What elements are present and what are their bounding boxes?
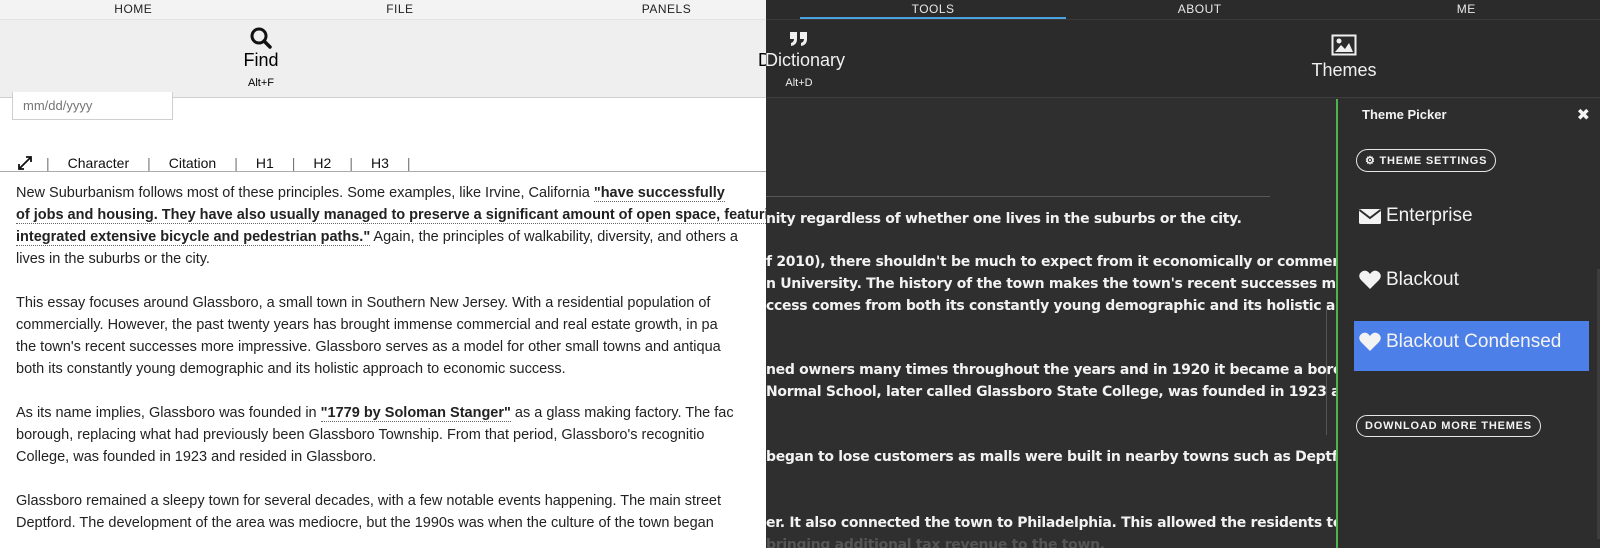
quote-icon <box>790 32 807 46</box>
tab-panels[interactable]: PANELS <box>533 0 766 19</box>
tab-about[interactable]: ABOUT <box>1066 0 1333 19</box>
scrollbar[interactable] <box>1326 305 1327 435</box>
light-theme-view: HOME FILE PANELS Find Alt+F D | Characte… <box>0 0 766 548</box>
text-span: Glassboro remained a sleepy town for sev… <box>16 493 721 509</box>
theme-option-blackout-condensed[interactable]: Blackout Condensed <box>1354 321 1589 371</box>
text-line: ccess comes from both its constantly you… <box>766 298 1418 314</box>
format-character[interactable]: Character <box>60 155 137 171</box>
theme-option-enterprise[interactable]: Enterprise <box>1354 195 1589 245</box>
citation-highlight[interactable]: "1779 by Soloman Stanger" <box>320 405 511 422</box>
separator: | <box>234 155 238 171</box>
text-span: Deptford. The development of the area wa… <box>16 515 714 531</box>
close-icon[interactable]: ✖ <box>1577 105 1590 125</box>
ribbon-dark: Dictionary Alt+D Themes <box>766 20 1600 98</box>
find-shortcut: Alt+F <box>248 77 274 89</box>
format-h3[interactable]: H3 <box>363 155 397 171</box>
tab-tools[interactable]: TOOLS <box>799 0 1067 19</box>
text-line: er. It also connected the town to Philad… <box>766 515 1436 531</box>
format-toolbar: | Character | Citation | H1 | H2 | H3 | <box>16 155 421 171</box>
separator: | <box>46 155 50 171</box>
citation-highlight[interactable]: of jobs and housing. They have also usua… <box>16 207 766 224</box>
download-more-themes-button[interactable]: DOWNLOAD MORE THEMES <box>1356 415 1541 437</box>
tab-me[interactable]: ME <box>1333 0 1600 19</box>
text-line: bringing additional tax revenue to the t… <box>766 537 1105 548</box>
heart-icon <box>1359 332 1381 351</box>
theme-option-blackout[interactable]: Blackout <box>1354 259 1589 309</box>
theme-label: Blackout <box>1386 269 1459 290</box>
ribbon: Find Alt+F D <box>0 20 766 98</box>
format-citation[interactable]: Citation <box>161 155 224 171</box>
separator: | <box>349 155 353 171</box>
expand-icon[interactable] <box>18 156 32 170</box>
text-span: lives in the suburbs or the city. <box>16 251 210 267</box>
text-span: As its name implies, Glassboro was found… <box>16 405 321 421</box>
separator: | <box>291 155 296 171</box>
citation-highlight[interactable]: "have successfully <box>593 185 725 202</box>
divider <box>766 196 1270 197</box>
tab-file[interactable]: FILE <box>267 0 534 19</box>
format-h1[interactable]: H1 <box>248 155 282 171</box>
text-span: This essay focuses around Glassboro, a s… <box>16 295 711 311</box>
text-span: Again, the principles of walkability, di… <box>370 229 738 245</box>
dictionary-button-light[interactable]: D <box>758 50 766 71</box>
gear-icon: ⚙ <box>1365 155 1376 167</box>
heart-icon <box>1359 270 1381 289</box>
text-span: borough, replacing what had previously b… <box>16 427 705 443</box>
themes-button[interactable]: Themes <box>1304 34 1384 81</box>
tab-home[interactable]: HOME <box>0 0 267 19</box>
panel-title: Theme Picker <box>1362 107 1447 122</box>
text-line: nity regardless of whether one lives in … <box>766 211 1242 227</box>
dark-theme-view: TOOLS ABOUT ME Dictionary Alt+D Themes n… <box>766 0 1600 548</box>
dictionary-shortcut: Alt+D <box>785 77 813 89</box>
text-span: commercially. However, the past twenty y… <box>16 317 718 333</box>
text-span: the town's recent successes more impress… <box>16 339 721 355</box>
paragraph: Glassboro remained a sleepy town for sev… <box>16 490 766 534</box>
menu-tabs-dark: TOOLS ABOUT ME <box>766 0 1600 20</box>
tab-panels-dark[interactable] <box>766 0 800 19</box>
text-editor[interactable]: New Suburbanism follows most of these pr… <box>0 171 766 548</box>
theme-label: Blackout Condensed <box>1386 331 1562 352</box>
themes-label: Themes <box>1311 60 1377 80</box>
date-input[interactable] <box>12 92 173 120</box>
dictionary-button[interactable]: Dictionary Alt+D <box>766 26 846 89</box>
dictionary-label: Dictionary <box>766 50 846 70</box>
text-span: both its constantly young demographic an… <box>16 361 566 377</box>
find-label: Find <box>243 50 279 70</box>
theme-settings-button[interactable]: ⚙ THEME SETTINGS <box>1356 149 1497 172</box>
find-button[interactable]: Find Alt+F <box>226 26 296 89</box>
theme-label: Enterprise <box>1386 205 1473 226</box>
theme-picker-panel: Theme Picker ✖ ⚙ THEME SETTINGS Enterpri… <box>1336 99 1600 548</box>
separator: | <box>406 155 411 171</box>
citation-highlight[interactable]: integrated extensive bicycle and pedestr… <box>16 229 371 246</box>
theme-settings-label: THEME SETTINGS <box>1379 155 1488 167</box>
image-icon <box>1331 34 1357 56</box>
dictionary-label-light: D <box>758 50 766 70</box>
text-span: New Suburbanism follows most of these pr… <box>16 185 594 201</box>
menu-tabs: HOME FILE PANELS <box>0 0 766 20</box>
envelope-icon <box>1358 209 1382 224</box>
paragraph: As its name implies, Glassboro was found… <box>16 402 766 468</box>
search-icon <box>250 27 272 49</box>
format-h2[interactable]: H2 <box>305 155 339 171</box>
text-line: began to lose customers as malls were bu… <box>766 449 1401 465</box>
separator: | <box>147 155 151 171</box>
paragraph: New Suburbanism follows most of these pr… <box>16 182 766 270</box>
text-span: as a glass making factory. The fac <box>510 405 734 421</box>
text-span: College, was founded in 1923 and resided… <box>16 449 377 465</box>
paragraph: This essay focuses around Glassboro, a s… <box>16 292 766 380</box>
